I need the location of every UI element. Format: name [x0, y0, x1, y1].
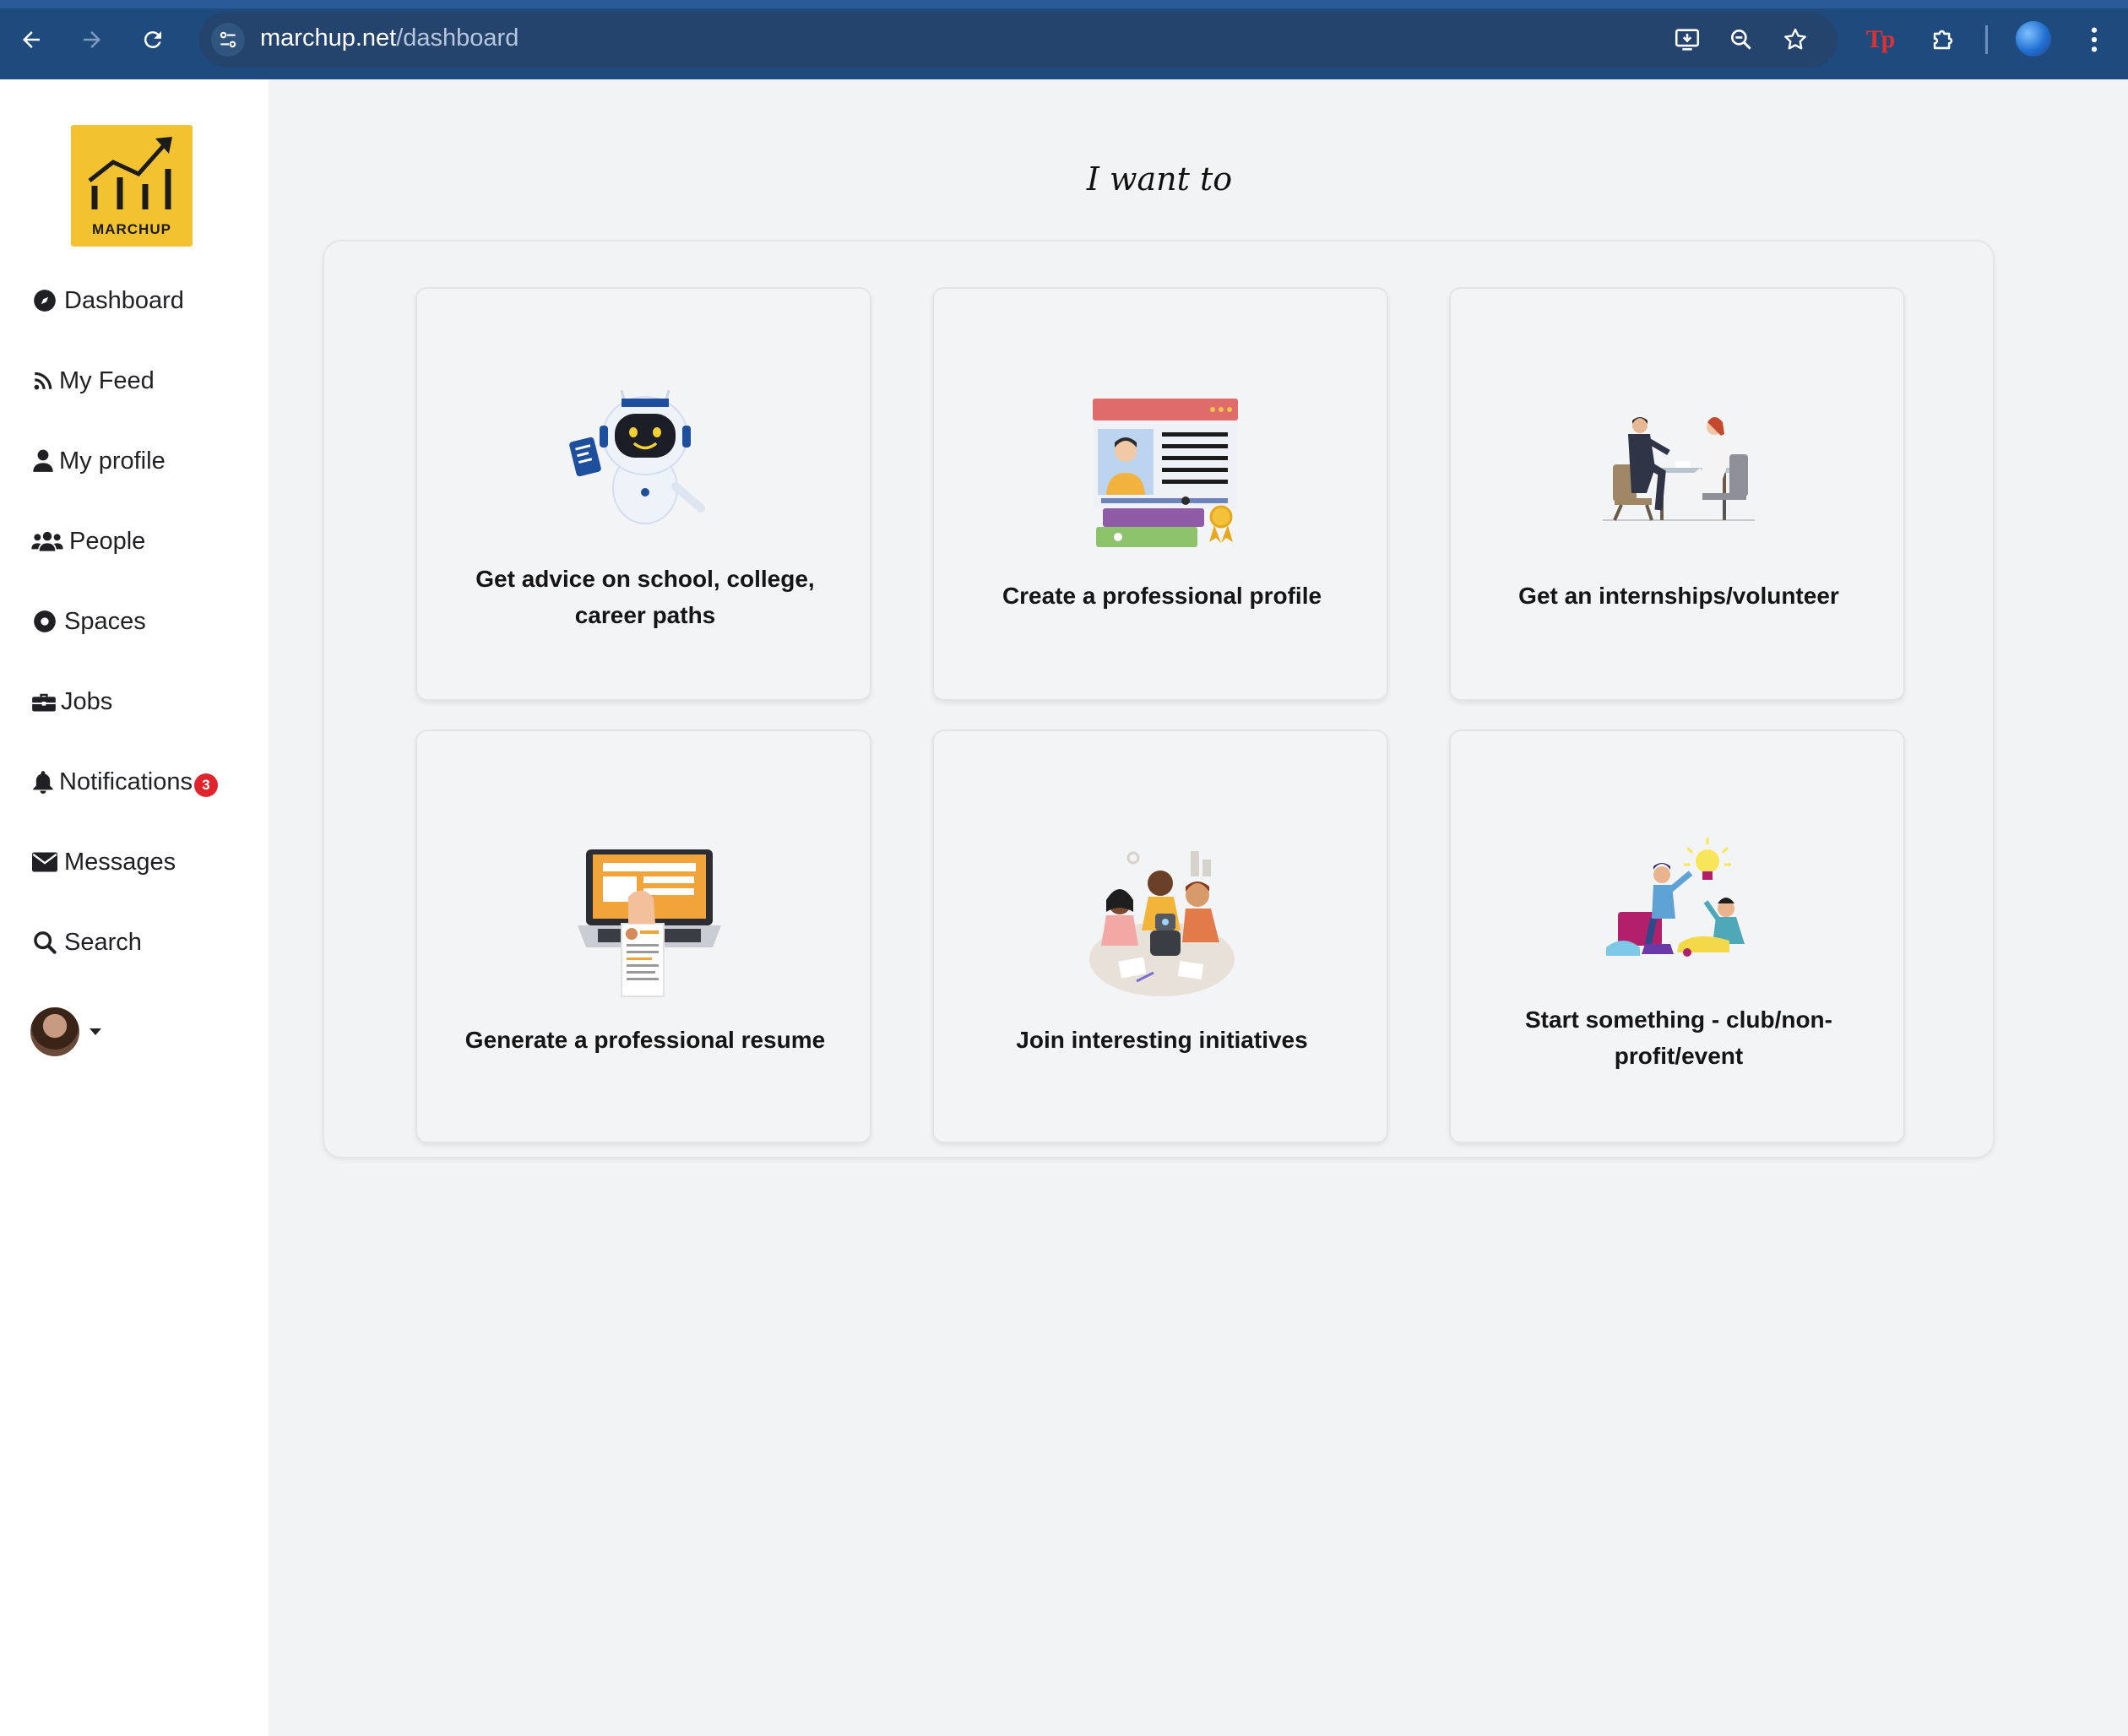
option-card-start-something[interactable]: Start something - club/non-profit/event — [1449, 730, 1905, 1143]
option-card-initiatives[interactable]: Join interesting initiatives — [932, 730, 1388, 1143]
bookmark-star-icon[interactable] — [1778, 23, 1812, 57]
url-host: marchup.net — [260, 24, 397, 52]
option-card-advice[interactable]: Get advice on school, college, career pa… — [415, 287, 871, 701]
sidebar-item-label: Search — [64, 928, 142, 956]
url-path: /dashboard — [396, 24, 519, 52]
sidebar-item-messages[interactable]: Messages — [30, 841, 176, 883]
laptop-resume-icon — [569, 846, 721, 998]
option-card-label: Get an internships/volunteer — [1518, 583, 1839, 609]
option-card-label: Start something - club/non-profit/event — [1525, 1006, 1832, 1069]
sidebar-item-label: Messages — [64, 848, 176, 876]
site-settings-icon[interactable] — [211, 23, 245, 57]
extensions-puzzle-icon[interactable] — [1922, 19, 1964, 61]
extension-tp-logo: Tp — [1865, 25, 1896, 53]
toolbar-divider — [1985, 25, 1988, 54]
rss-icon — [30, 366, 56, 395]
robot-assistant-icon — [569, 387, 721, 539]
option-card-internships[interactable]: Get an internships/volunteer — [1449, 287, 1905, 701]
bell-icon — [30, 768, 56, 796]
logo-text: MARCHUP — [92, 221, 171, 237]
user-menu[interactable] — [30, 1006, 101, 1057]
reload-icon[interactable] — [132, 19, 174, 61]
option-card-label: Generate a professional resume — [464, 1027, 826, 1053]
extension-tp-icon[interactable]: Tp — [1859, 19, 1901, 61]
zoom-icon[interactable] — [1724, 23, 1758, 57]
sidebar-item-my-profile[interactable]: My profile — [30, 440, 166, 482]
browser-toolbar: marchup.net/dashboard Tp — [0, 0, 2128, 79]
sidebar-item-spaces[interactable]: Spaces — [30, 600, 146, 643]
sidebar-item-label: My Feed — [59, 366, 155, 394]
compass-icon — [30, 286, 59, 315]
sidebar-item-label: People — [69, 527, 146, 555]
browser-profile-avatar-icon[interactable] — [2016, 21, 2051, 57]
notification-count-badge: 3 — [193, 773, 218, 797]
sidebar-item-label: Notifications — [59, 768, 193, 795]
user-icon — [30, 447, 56, 475]
option-card-profile[interactable]: Create a professional profile — [932, 287, 1388, 701]
marchup-logo[interactable]: MARCHUP — [71, 125, 193, 247]
sidebar-item-label: My profile — [59, 447, 166, 475]
back-icon[interactable] — [10, 19, 52, 61]
option-card-label: Get advice on school, college, career pa… — [475, 566, 815, 628]
chevron-down-icon — [90, 1028, 101, 1035]
forward-icon[interactable] — [71, 19, 113, 61]
sidebar-item-people[interactable]: People — [30, 520, 145, 562]
main-content: I want to Get advice on school, college,… — [269, 79, 2128, 1736]
users-icon — [30, 527, 64, 556]
sidebar-item-label: Jobs — [61, 687, 113, 715]
address-bar[interactable]: marchup.net/dashboard — [199, 12, 1838, 68]
url-text[interactable]: marchup.net/dashboard — [260, 24, 518, 52]
sidebar-item-label: Spaces — [64, 607, 146, 635]
option-card-label: Create a professional profile — [1002, 583, 1322, 609]
circle-dot-icon — [30, 607, 59, 636]
team-collaboration-icon — [1086, 846, 1238, 998]
sidebar-item-label: Dashboard — [64, 286, 184, 314]
search-icon — [30, 928, 59, 957]
window-top-edge — [0, 0, 2128, 8]
sidebar: MARCHUP Dashboard My Feed My profile Peo… — [0, 79, 269, 1736]
idea-lightbulb-icon — [1603, 836, 1755, 988]
profile-page-icon — [1086, 399, 1238, 551]
options-panel: Get advice on school, college, career pa… — [323, 240, 1995, 1158]
install-app-icon[interactable] — [1670, 23, 1704, 57]
briefcase-icon — [30, 687, 57, 716]
sidebar-item-jobs[interactable]: Jobs — [30, 681, 112, 723]
sidebar-item-notifications[interactable]: Notifications 3 — [30, 761, 218, 803]
avatar — [30, 1007, 79, 1056]
option-card-resume[interactable]: Generate a professional resume — [415, 730, 871, 1143]
sidebar-item-my-feed[interactable]: My Feed — [30, 360, 155, 402]
interview-meeting-icon — [1603, 415, 1755, 567]
browser-menu-icon[interactable] — [2073, 19, 2115, 61]
option-card-label: Join interesting initiatives — [1016, 1027, 1308, 1053]
envelope-icon — [30, 848, 59, 876]
sidebar-item-search[interactable]: Search — [30, 921, 142, 963]
sidebar-item-dashboard[interactable]: Dashboard — [30, 279, 184, 322]
page-title: I want to — [1086, 160, 1233, 198]
growth-chart-logo-icon — [88, 137, 172, 209]
